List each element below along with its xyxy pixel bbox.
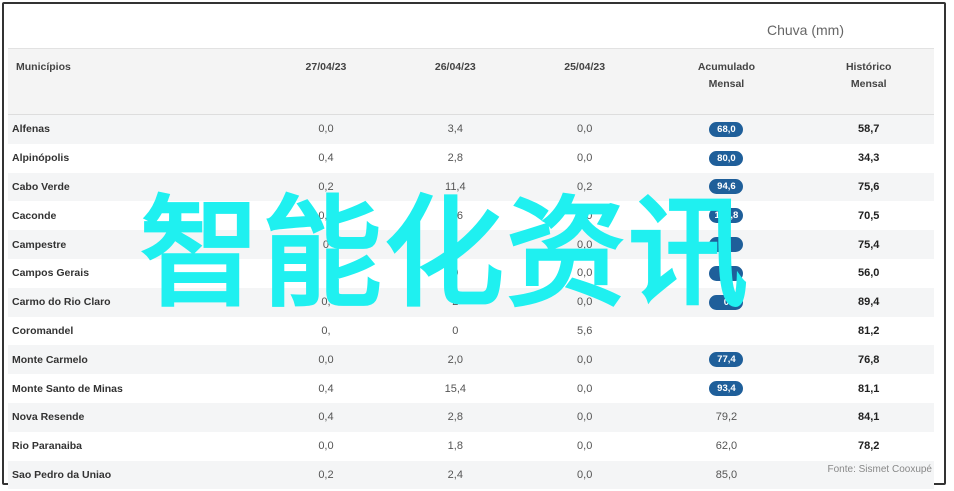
date1-cell: 0,4 bbox=[261, 143, 391, 173]
acumulado-cell: 93,4 bbox=[649, 374, 804, 403]
date1-cell: 0,0 bbox=[261, 114, 391, 144]
date3-cell: 0,0 bbox=[520, 114, 650, 144]
date2-cell: 2,8 bbox=[390, 143, 520, 173]
historico-cell: 56,0 bbox=[803, 258, 934, 288]
group-header-chuva: Chuva (mm) bbox=[766, 22, 844, 38]
table-row: Monte Carmelo 0,0 2,0 0,0 77,4 76,8 bbox=[8, 345, 934, 375]
historico-cell: 70,5 bbox=[803, 201, 934, 231]
historico-cell: 81,2 bbox=[803, 316, 934, 346]
source-note: Fonte: Sismet Cooxupé bbox=[827, 464, 933, 475]
municipio-cell: Alfenas bbox=[8, 114, 262, 144]
acumulado-cell: 62,0 bbox=[649, 431, 804, 461]
historico-cell: 75,6 bbox=[803, 172, 934, 202]
acumulado-badge: 68,0 bbox=[709, 121, 744, 137]
date1-cell: 0,0 bbox=[261, 345, 391, 375]
acumulado-badge: 80,0 bbox=[709, 150, 744, 166]
municipio-cell: Nova Resende bbox=[8, 402, 262, 432]
date2-cell: 2,4 bbox=[390, 460, 520, 490]
date3-cell: 0,0 bbox=[520, 143, 650, 173]
date3-cell: 0,0 bbox=[520, 402, 650, 432]
acumulado-cell: 80,0 bbox=[649, 143, 804, 173]
col-historico: Histórico Mensal bbox=[803, 48, 934, 115]
municipio-cell: Alpinópolis bbox=[8, 143, 262, 173]
table-row: Nova Resende 0,4 2,8 0,0 79,2 84,1 bbox=[8, 402, 934, 432]
municipio-cell: Rio Paranaiba bbox=[8, 431, 262, 461]
historico-cell: 78,2 bbox=[803, 431, 934, 461]
historico-cell: 75,4 bbox=[803, 230, 934, 259]
acumulado-badge: 77,4 bbox=[709, 352, 744, 368]
date3-cell: 0,0 bbox=[520, 374, 650, 403]
watermark-text: 智能化资讯 bbox=[140, 185, 750, 324]
historico-cell: 89,4 bbox=[803, 287, 934, 317]
historico-cell: 58,7 bbox=[803, 114, 934, 144]
table-row: Alpinópolis 0,4 2,8 0,0 80,0 34,3 bbox=[8, 143, 934, 173]
date1-cell: 0,4 bbox=[261, 374, 391, 403]
table-row: Alfenas 0,0 3,4 0,0 68,0 58,7 bbox=[8, 114, 934, 144]
date3-cell: 0,0 bbox=[520, 460, 650, 490]
date2-cell: 1,8 bbox=[390, 431, 520, 461]
date2-cell: 2,8 bbox=[390, 402, 520, 432]
acumulado-cell: 79,2 bbox=[649, 402, 804, 432]
date1-cell: 0,4 bbox=[261, 402, 391, 432]
historico-cell: 76,8 bbox=[803, 345, 934, 375]
table-row: Monte Santo de Minas 0,4 15,4 0,0 93,4 81,1 bbox=[8, 374, 934, 403]
historico-cell: 81,1 bbox=[803, 374, 934, 403]
date1-cell: 0,0 bbox=[261, 431, 391, 461]
table-row: Rio Paranaiba 0,0 1,8 0,0 62,0 78,2 bbox=[8, 431, 934, 461]
acumulado-badge: 93,4 bbox=[709, 381, 744, 397]
historico-cell: 34,3 bbox=[803, 143, 934, 173]
municipio-cell: Monte Carmelo bbox=[8, 345, 262, 375]
acumulado-cell: 68,0 bbox=[649, 114, 804, 144]
table-row: Sao Pedro da Uniao 0,2 2,4 0,0 85,0 bbox=[8, 460, 934, 490]
date1-cell: 0,2 bbox=[261, 460, 391, 490]
col-date-3: 25/04/23 bbox=[520, 48, 650, 115]
table-header-row: Municípios 27/04/23 26/04/23 25/04/23 Ac… bbox=[8, 48, 934, 115]
acumulado-cell: 77,4 bbox=[649, 345, 804, 375]
col-date-2: 26/04/23 bbox=[390, 48, 520, 115]
date3-cell: 0,0 bbox=[520, 431, 650, 461]
municipio-cell: Monte Santo de Minas bbox=[8, 374, 262, 403]
col-date-1: 27/04/23 bbox=[261, 48, 391, 115]
acumulado-cell: 85,0 bbox=[649, 460, 804, 490]
date2-cell: 2,0 bbox=[390, 345, 520, 375]
historico-cell: 84,1 bbox=[803, 402, 934, 432]
municipio-cell: Sao Pedro da Uniao bbox=[8, 460, 262, 490]
col-municipios: Municípios bbox=[8, 48, 262, 115]
date2-cell: 15,4 bbox=[390, 374, 520, 403]
date3-cell: 0,0 bbox=[520, 345, 650, 375]
date2-cell: 3,4 bbox=[390, 114, 520, 144]
col-acumulado: Acumulado Mensal bbox=[649, 48, 804, 115]
